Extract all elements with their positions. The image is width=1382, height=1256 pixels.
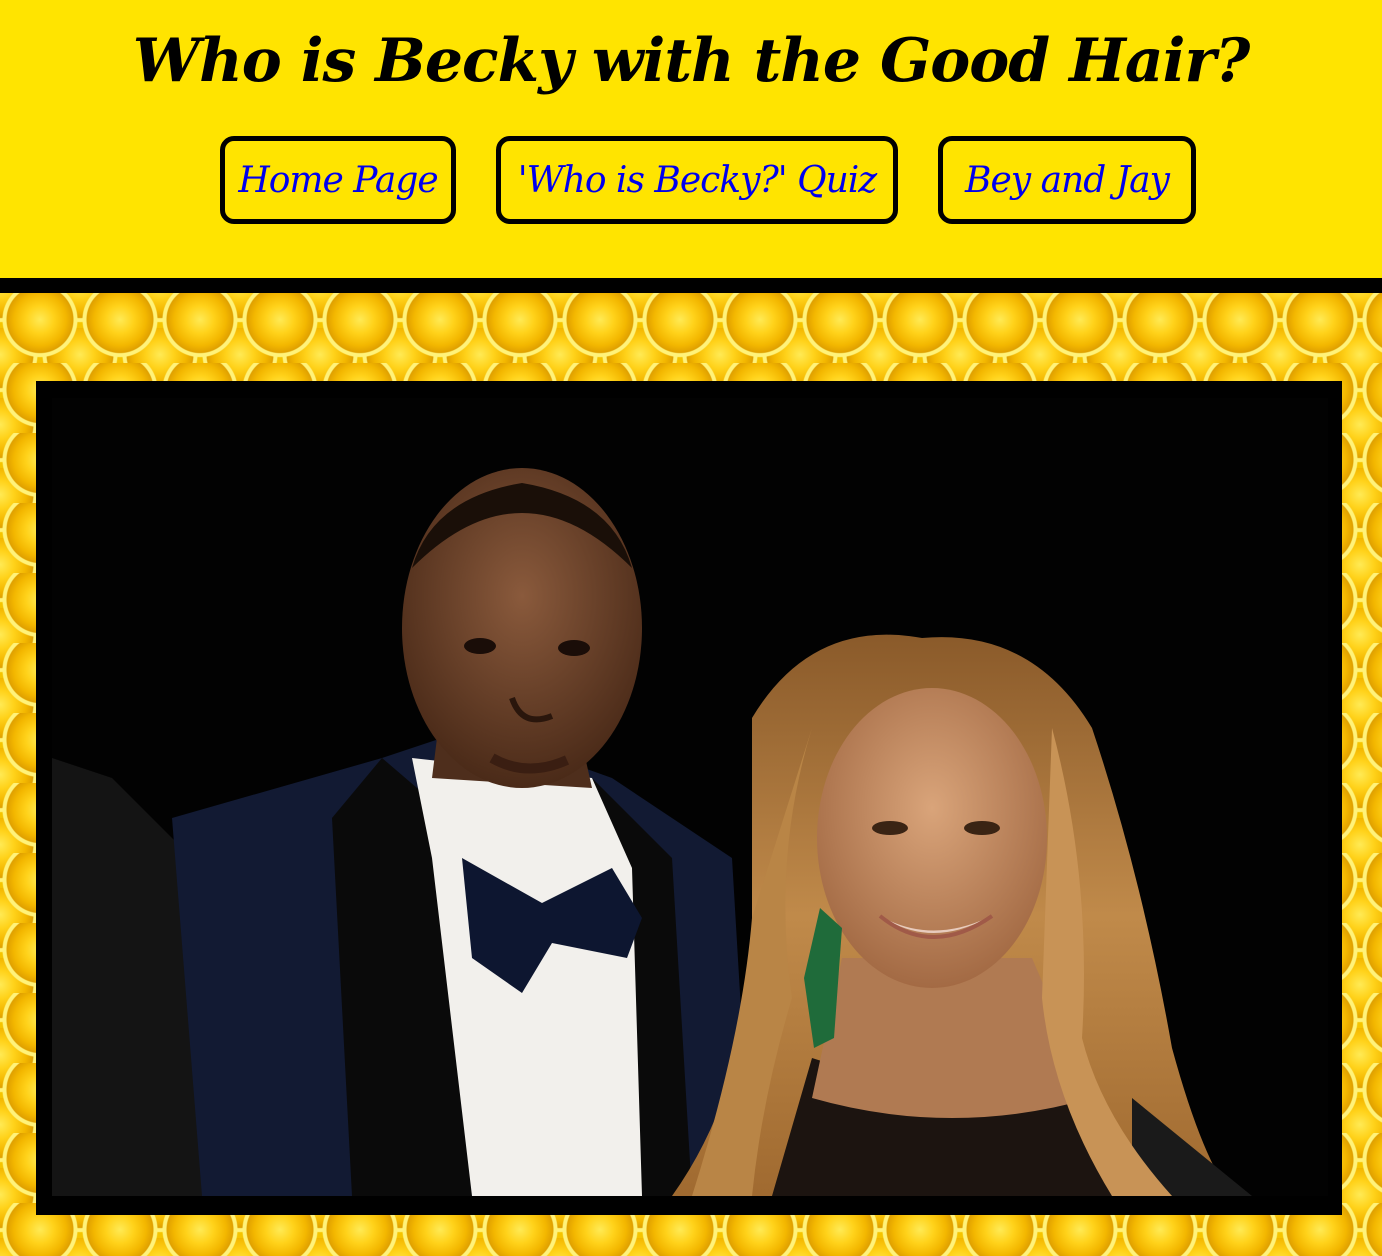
site-header: Who is Becky with the Good Hair? Home Pa… xyxy=(0,0,1382,278)
couple-photo xyxy=(52,398,1328,1196)
nav-quiz-button[interactable]: 'Who is Becky?' Quiz xyxy=(496,136,898,224)
nav-home-page-button[interactable]: Home Page xyxy=(220,136,456,224)
page-title: Who is Becky with the Good Hair? xyxy=(132,26,1250,96)
header-divider xyxy=(0,278,1382,293)
photo-illustration xyxy=(52,468,1252,1196)
nav-bey-and-jay-button[interactable]: Bey and Jay xyxy=(938,136,1196,224)
